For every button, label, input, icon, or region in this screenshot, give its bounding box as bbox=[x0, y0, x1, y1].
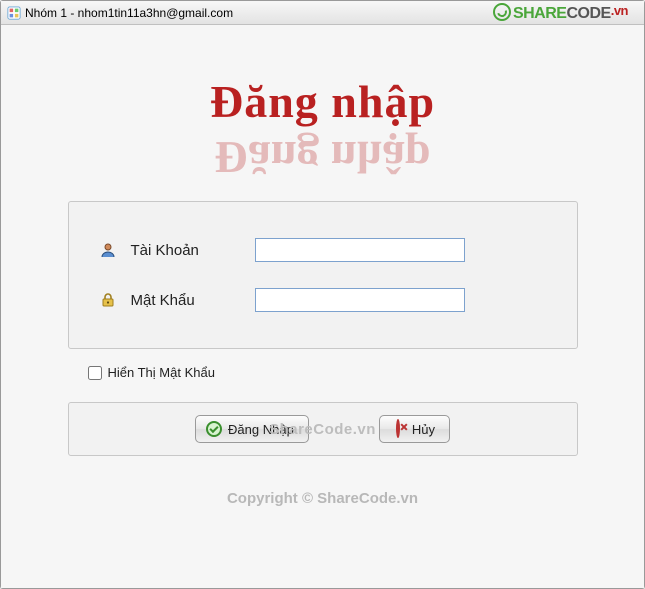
user-icon bbox=[99, 242, 117, 258]
password-input[interactable] bbox=[255, 288, 465, 312]
username-input[interactable] bbox=[255, 238, 465, 262]
show-password-row[interactable]: Hiển Thị Mật Khẩu bbox=[68, 365, 578, 380]
login-button-label: Đăng Nhập bbox=[228, 422, 294, 437]
cancel-button-label: Hủy bbox=[412, 422, 435, 437]
password-label: Mật Khẩu bbox=[131, 292, 241, 309]
username-row: Tài Khoản bbox=[99, 238, 547, 262]
recycle-icon bbox=[493, 3, 511, 21]
password-row: Mật Khẩu bbox=[99, 288, 547, 312]
watermark-top: SHARECODE.vn bbox=[493, 3, 628, 23]
window-title: Nhóm 1 - nhom1tin11a3hn@gmail.com bbox=[25, 6, 233, 20]
heading-section: Đăng nhập Đăng nhập bbox=[1, 75, 644, 185]
page-title: Đăng nhập bbox=[1, 75, 644, 128]
title-bar[interactable]: Nhóm 1 - nhom1tin11a3hn@gmail.com SHAREC… bbox=[1, 1, 644, 25]
footer-copyright: Copyright © ShareCode.vn bbox=[1, 490, 644, 507]
username-label: Tài Khoản bbox=[131, 242, 241, 259]
show-password-label: Hiển Thị Mật Khẩu bbox=[108, 365, 215, 380]
login-button[interactable]: Đăng Nhập bbox=[195, 415, 309, 443]
button-panel: Đăng Nhập ShareCode.vn Hủy bbox=[68, 402, 578, 456]
cancel-button[interactable]: Hủy bbox=[379, 415, 450, 443]
ok-icon bbox=[206, 421, 222, 437]
client-area: Đăng nhập Đăng nhập Tài Khoản Mật Khẩu bbox=[1, 25, 644, 588]
lock-icon bbox=[99, 292, 117, 308]
cancel-icon bbox=[390, 421, 406, 437]
app-icon bbox=[7, 6, 21, 20]
show-password-checkbox[interactable] bbox=[88, 366, 102, 380]
app-window: Nhóm 1 - nhom1tin11a3hn@gmail.com SHAREC… bbox=[0, 0, 645, 589]
login-panel: Tài Khoản Mật Khẩu bbox=[68, 201, 578, 349]
page-title-reflection: Đăng nhập bbox=[1, 131, 644, 184]
